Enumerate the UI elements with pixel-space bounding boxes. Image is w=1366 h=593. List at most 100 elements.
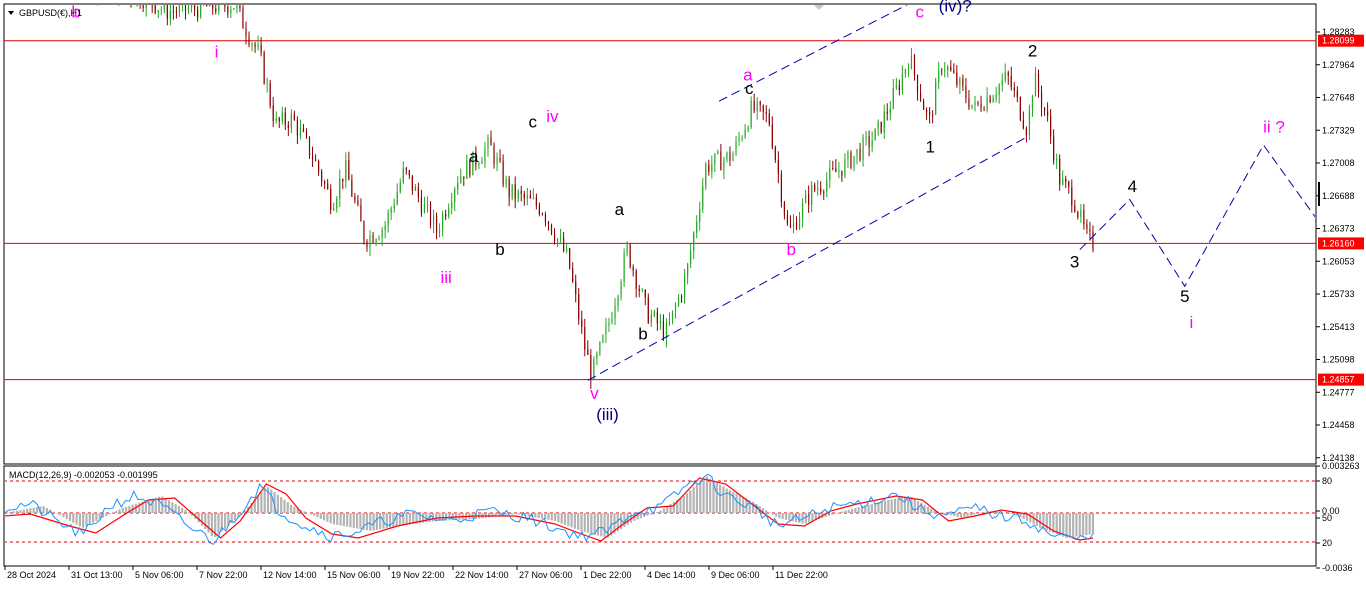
candle-body	[687, 264, 688, 276]
candle-body	[983, 109, 984, 110]
trading-chart[interactable]: 1.280991.261601.24857 biiiiivabcv(iii)ab…	[0, 0, 1366, 588]
candle-body	[233, 8, 234, 9]
candle-body	[999, 85, 1000, 95]
candle-body	[778, 160, 779, 174]
candle-body	[300, 128, 301, 135]
candle-body	[245, 28, 246, 36]
macd-title: MACD(12,26,9) -0.002053 -0.001995	[9, 470, 158, 480]
candle-body	[890, 109, 891, 114]
candle-body	[820, 188, 821, 192]
candle-body	[527, 196, 528, 199]
candle-body	[977, 102, 978, 104]
candle-body	[841, 171, 842, 177]
candle-body	[808, 194, 809, 205]
candle-body	[348, 160, 349, 180]
time-tick-label: 15 Nov 06:00	[327, 570, 381, 580]
price-tick-label: 1.28283	[1322, 27, 1355, 37]
candle-body	[394, 204, 395, 208]
candle-body	[264, 52, 265, 83]
candle-body	[917, 75, 918, 93]
price-level-label: 1.24857	[1322, 375, 1355, 385]
candle-body	[986, 96, 987, 109]
candle-body	[826, 180, 827, 192]
candle-body	[327, 184, 328, 189]
candle-body	[1029, 109, 1030, 135]
candle-body	[908, 69, 909, 70]
candle-body	[551, 224, 552, 233]
candle-body	[176, 11, 177, 12]
candle-body	[403, 168, 404, 182]
candle-body	[442, 214, 443, 231]
wave-label: c	[916, 3, 925, 22]
candle-body	[596, 354, 597, 359]
wave-label: b	[495, 240, 504, 259]
candle-body	[321, 171, 322, 181]
candle-body	[503, 161, 504, 185]
candle-body	[248, 36, 249, 44]
candle-body	[974, 102, 975, 105]
candle-body	[143, 5, 144, 8]
candle-body	[1083, 210, 1084, 224]
candle-body	[805, 194, 806, 203]
candle-body	[738, 138, 739, 141]
candle-body	[1092, 231, 1093, 249]
candle-body	[1089, 229, 1090, 232]
candle-body	[1077, 212, 1078, 217]
candle-body	[660, 321, 661, 323]
candle-body	[675, 305, 676, 310]
candle-body	[309, 137, 310, 156]
candle-body	[1017, 91, 1018, 98]
candle-body	[980, 104, 981, 110]
candle-body	[566, 249, 567, 252]
candle-body	[466, 161, 467, 179]
candle-body	[388, 213, 389, 226]
candle-body	[509, 179, 510, 198]
candle-body	[524, 194, 525, 198]
price-pane[interactable]	[4, 4, 1316, 464]
candle-body	[251, 44, 252, 45]
candle-body	[1008, 73, 1009, 76]
candle-body	[608, 323, 609, 326]
price-tick-label: 1.24458	[1322, 420, 1355, 430]
time-tick-label: 12 Nov 14:00	[263, 570, 317, 580]
candle-body	[173, 11, 174, 12]
candle-body	[1032, 96, 1033, 109]
time-tick-label: 4 Dec 14:00	[647, 570, 696, 580]
candle-body	[884, 112, 885, 133]
candle-body	[1056, 159, 1057, 161]
candle-body	[363, 221, 364, 241]
candle-body	[932, 115, 933, 116]
candle-body	[182, 0, 183, 4]
candle-body	[575, 281, 576, 294]
candle-body	[760, 102, 761, 105]
candle-body	[702, 186, 703, 209]
wave-label: 3	[1070, 252, 1079, 271]
candle-body	[875, 129, 876, 141]
wave-label: a	[615, 200, 625, 219]
candle-body	[584, 327, 585, 349]
candle-body	[357, 201, 358, 205]
candle-body	[424, 204, 425, 213]
candle-body	[360, 205, 361, 222]
candle-body	[324, 182, 325, 184]
candle-body	[545, 214, 546, 222]
time-axis: 28 Oct 202431 Oct 13:005 Nov 06:007 Nov …	[5, 566, 828, 580]
candle-body	[923, 101, 924, 110]
candle-body	[639, 289, 640, 291]
candle-body	[430, 204, 431, 225]
candle-body	[254, 44, 255, 47]
wave-label: 1	[926, 137, 935, 156]
price-tick-label: 1.26688	[1322, 191, 1355, 201]
candle-body	[333, 209, 334, 210]
candle-body	[787, 215, 788, 224]
candle-body	[412, 175, 413, 190]
wave-label: 5	[1180, 287, 1189, 306]
price-level-label: 1.26160	[1322, 238, 1355, 248]
time-tick-label: 27 Nov 06:00	[519, 570, 573, 580]
candle-body	[587, 349, 588, 355]
candle-body	[460, 177, 461, 183]
candle-body	[227, 7, 228, 14]
macd-tick-label: 0.003263	[1322, 461, 1360, 471]
time-tick-label: 11 Dec 22:00	[775, 570, 828, 580]
candle-body	[956, 73, 957, 85]
